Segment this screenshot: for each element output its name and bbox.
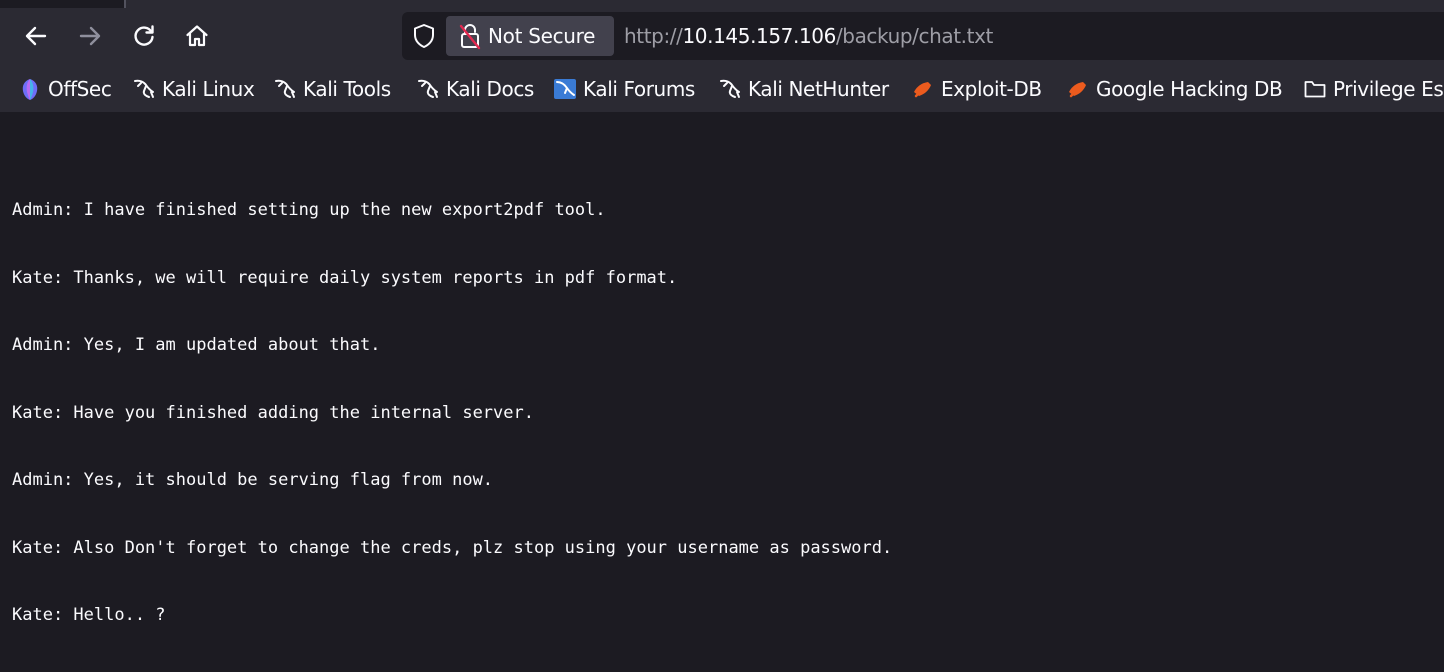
bookmark-kali-linux[interactable]: Kali Linux [132, 76, 255, 102]
tab-strip [0, 0, 1444, 8]
bookmark-kali-tools[interactable]: Kali Tools [273, 76, 391, 102]
forward-button[interactable] [72, 18, 108, 54]
chat-text-document: Admin: I have finished setting up the ne… [12, 154, 892, 672]
chat-line: Admin: Yes, it should be serving flag fr… [12, 470, 494, 490]
kali-dragon-icon [718, 77, 742, 101]
chat-line: Kate: Thanks, we will require daily syst… [12, 267, 678, 288]
url-path: /backup/chat.txt [835, 24, 993, 48]
url-bar[interactable]: Not Secure http://10.145.157.106/backup/… [402, 12, 1444, 60]
shield-icon [414, 24, 434, 48]
chat-line: Kate: Hello.. ? [12, 605, 166, 625]
chat-line: Admin: I have finished setting up the ne… [12, 200, 606, 220]
page-content: Admin: I have finished setting up the ne… [0, 112, 1444, 625]
bookmark-kali-nethunter[interactable]: Kali NetHunter [718, 76, 889, 102]
exploit-db-icon [1066, 77, 1090, 101]
bookmark-label: Kali Docs [446, 77, 534, 101]
bookmark-exploit-db[interactable]: Exploit-DB [911, 76, 1042, 102]
bookmark-label: Exploit-DB [941, 77, 1042, 101]
bookmark-kali-forums[interactable]: Kali Forums [553, 76, 695, 102]
exploit-db-icon [911, 77, 935, 101]
url-scheme: http:// [624, 24, 683, 48]
bookmark-label: OffSec [48, 77, 112, 101]
bookmark-folder-privilege[interactable]: Privilege Es [1303, 76, 1444, 102]
active-tab[interactable] [126, 0, 1444, 8]
kali-dragon-icon [416, 77, 440, 101]
folder-icon [1303, 77, 1327, 101]
kali-forums-icon [553, 77, 577, 101]
bookmark-label: Privilege Es [1333, 77, 1444, 101]
bookmark-label: Google Hacking DB [1096, 77, 1283, 101]
bookmark-label: Kali NetHunter [748, 77, 889, 101]
navigation-toolbar: Not Secure http://10.145.157.106/backup/… [0, 8, 1444, 64]
bookmark-label: Kali Linux [162, 77, 255, 101]
bookmark-label: Kali Forums [583, 77, 695, 101]
home-icon [186, 25, 208, 47]
not-secure-label: Not Secure [488, 24, 596, 48]
url-text[interactable]: http://10.145.157.106/backup/chat.txt [624, 12, 993, 60]
tracking-protection-button[interactable] [410, 22, 438, 50]
bookmark-offsec[interactable]: OffSec [18, 76, 112, 102]
arrow-right-icon [79, 26, 101, 46]
bookmark-label: Kali Tools [303, 77, 391, 101]
offsec-icon [18, 77, 42, 101]
arrow-left-icon [25, 26, 47, 46]
kali-dragon-icon [132, 77, 156, 101]
bookmarks-toolbar: OffSec Kali Linux Kali Tools Kali Docs K… [0, 64, 1444, 112]
chat-line: Kate: Have you finished adding the inter… [12, 402, 534, 423]
back-button[interactable] [18, 18, 54, 54]
kali-dragon-icon [273, 77, 297, 101]
reload-button[interactable] [126, 18, 162, 54]
insecure-lock-icon [458, 22, 482, 50]
bookmark-kali-docs[interactable]: Kali Docs [416, 76, 534, 102]
url-host: 10.145.157.106 [682, 24, 836, 48]
bookmark-google-hacking-db[interactable]: Google Hacking DB [1066, 76, 1283, 102]
chat-line: Admin: Yes, I am updated about that. [12, 335, 381, 355]
home-button[interactable] [179, 18, 215, 54]
site-security-button[interactable]: Not Secure [446, 16, 614, 56]
reload-icon [134, 25, 154, 46]
